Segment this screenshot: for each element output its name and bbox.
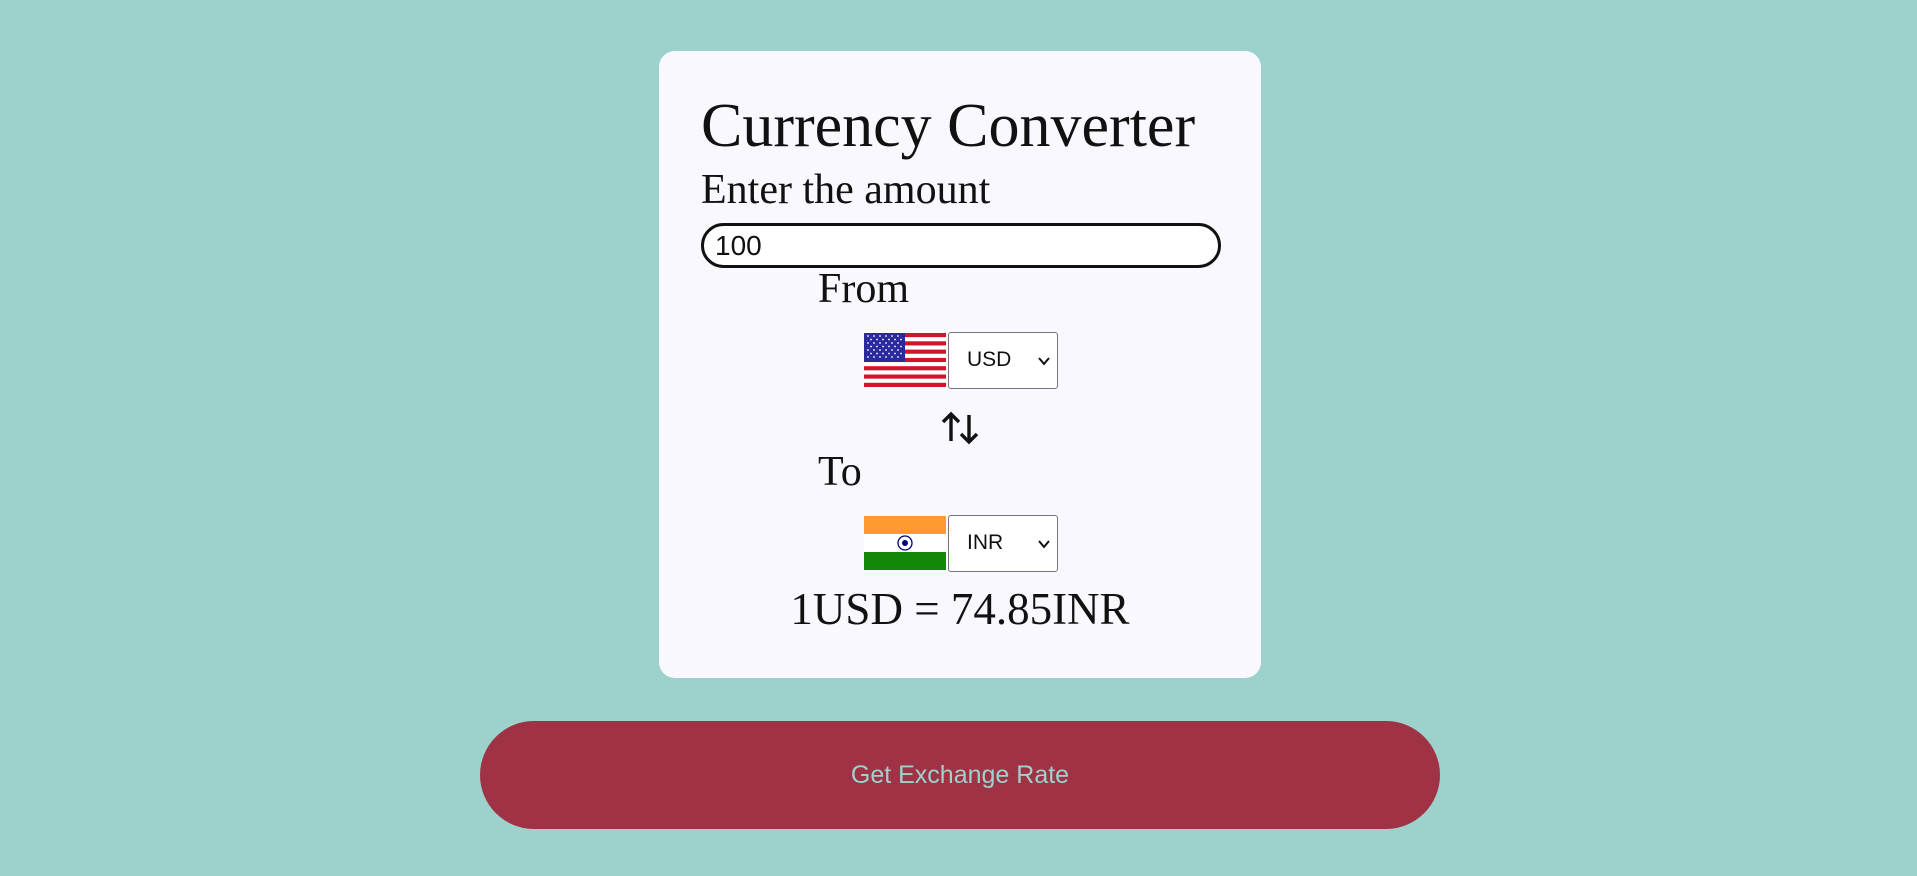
- amount-input[interactable]: [701, 223, 1221, 268]
- converter-card: Currency Converter Enter the amount From…: [659, 51, 1261, 678]
- swap-arrows-icon[interactable]: [940, 408, 980, 448]
- from-label: From: [818, 266, 910, 312]
- us-flag-icon: [864, 333, 946, 387]
- from-currency-value: USD: [967, 348, 1012, 371]
- exchange-rate-result: 1USD = 74.85INR: [790, 584, 1130, 634]
- chevron-down-icon: [1038, 357, 1050, 366]
- to-label: To: [818, 449, 862, 495]
- to-currency-value: INR: [967, 531, 1004, 554]
- to-currency-select[interactable]: INR: [948, 515, 1058, 572]
- chevron-down-icon: [1038, 540, 1050, 549]
- india-flag-icon: [864, 516, 946, 570]
- from-currency-select[interactable]: USD: [948, 332, 1058, 389]
- page-title: Currency Converter: [701, 92, 1196, 160]
- get-exchange-rate-button[interactable]: Get Exchange Rate: [480, 721, 1440, 829]
- amount-label: Enter the amount: [701, 167, 991, 213]
